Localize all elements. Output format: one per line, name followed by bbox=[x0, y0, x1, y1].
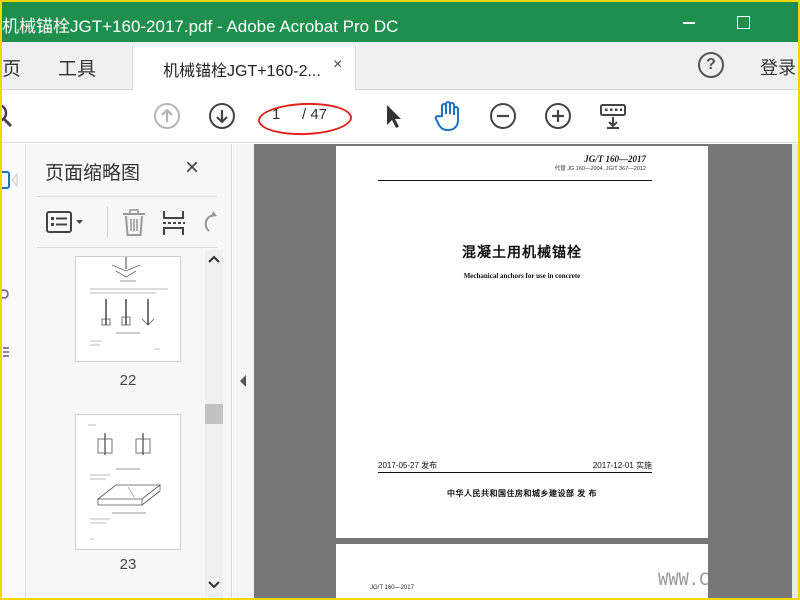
pdf-page-next: JG/T 160—2017 bbox=[336, 544, 708, 598]
document-title-en: Mechanical anchors for use in concrete bbox=[463, 272, 581, 280]
toolbar: 1 / 47 bbox=[2, 91, 798, 143]
zoom-in-icon[interactable] bbox=[541, 99, 575, 133]
scroll-down-icon[interactable] bbox=[207, 580, 221, 593]
toolbar-divider bbox=[107, 207, 108, 237]
issuer: 中华人民共和国住房和城乡建设部 发 布 bbox=[447, 489, 597, 498]
thumbnail-list: 22 23 bbox=[27, 250, 232, 598]
left-nav-strip bbox=[2, 144, 26, 598]
panel-toolbar bbox=[37, 196, 217, 248]
minimize-button[interactable] bbox=[674, 8, 704, 36]
scroll-up-icon[interactable] bbox=[207, 254, 221, 267]
watermark: WWW.C bbox=[658, 570, 710, 590]
hand-tool-icon[interactable] bbox=[431, 99, 465, 133]
document-viewport[interactable]: JG/T 160—2017 代替 JG 160—2004, JG/T 367—2… bbox=[254, 144, 798, 598]
thumbnail-label: 22 bbox=[119, 372, 137, 389]
tab-bar: 页 工具 机械锚栓JGT+160-2... × ? 登录 bbox=[2, 42, 798, 90]
insert-page-icon[interactable] bbox=[161, 209, 187, 242]
help-icon[interactable]: ? bbox=[698, 52, 724, 78]
thumbnail-scrollbar[interactable] bbox=[205, 250, 223, 598]
zoom-out-icon[interactable] bbox=[486, 99, 520, 133]
right-scrollbar[interactable] bbox=[792, 144, 798, 598]
select-cursor-icon[interactable] bbox=[376, 99, 410, 133]
thumbnail-preview bbox=[90, 257, 168, 350]
thumbnail-page[interactable] bbox=[75, 256, 181, 362]
thumbnail-label: 23 bbox=[119, 556, 137, 573]
pdf-page: JG/T 160—2017 代替 JG 160—2004, JG/T 367—2… bbox=[336, 146, 708, 538]
sign-in-button[interactable]: 登录 bbox=[760, 54, 796, 80]
keyboard-tool-icon[interactable] bbox=[596, 99, 630, 133]
nav-pane-icons[interactable] bbox=[2, 144, 26, 598]
search-icon[interactable] bbox=[2, 99, 20, 133]
collapse-arrow-icon[interactable] bbox=[238, 374, 248, 391]
nav-home[interactable]: 页 bbox=[2, 54, 21, 81]
standard-code: JG/T 160—2017 bbox=[584, 154, 646, 164]
implement-date: 2017-12-01 实施 bbox=[592, 461, 652, 470]
close-panel-icon[interactable]: × bbox=[185, 154, 199, 182]
document-tab-label: 机械锚栓JGT+160-2... bbox=[163, 63, 321, 80]
maximize-button[interactable] bbox=[728, 8, 758, 36]
title-bar: 机械锚栓JGT+160-2017.pdf - Adobe Acrobat Pro… bbox=[2, 2, 798, 42]
previous-page-icon[interactable] bbox=[150, 99, 184, 133]
next-page-icon[interactable] bbox=[205, 99, 239, 133]
replaces-note: 代替 JG 160—2004, JG/T 367—2012 bbox=[554, 166, 646, 172]
publish-date: 2017-05-27 发布 bbox=[378, 461, 438, 470]
panel-title: 页面缩略图 bbox=[45, 163, 141, 184]
app-window: 机械锚栓JGT+160-2017.pdf - Adobe Acrobat Pro… bbox=[2, 2, 798, 598]
window-title: 机械锚栓JGT+160-2017.pdf - Adobe Acrobat Pro… bbox=[2, 17, 399, 36]
nav-tools[interactable]: 工具 bbox=[58, 54, 96, 81]
rotate-icon[interactable] bbox=[201, 209, 217, 242]
close-icon[interactable]: × bbox=[333, 56, 342, 74]
thumbnail-options-icon[interactable] bbox=[45, 209, 85, 240]
thumbnail-preview bbox=[88, 424, 162, 540]
scrollbar-thumb[interactable] bbox=[205, 404, 223, 424]
next-page-code: JG/T 160—2017 bbox=[370, 585, 414, 591]
trash-icon[interactable] bbox=[121, 209, 147, 242]
thumbnail-page[interactable] bbox=[75, 414, 181, 550]
document-tab[interactable]: 机械锚栓JGT+160-2... × bbox=[132, 46, 356, 90]
footer-rule bbox=[378, 472, 652, 473]
collapse-panel-handle[interactable] bbox=[233, 144, 254, 598]
header-rule bbox=[378, 180, 652, 181]
document-title-cn: 混凝土用机械锚栓 bbox=[462, 244, 582, 260]
thumbnail-panel: 页面缩略图 × 22 23 bbox=[27, 144, 232, 598]
